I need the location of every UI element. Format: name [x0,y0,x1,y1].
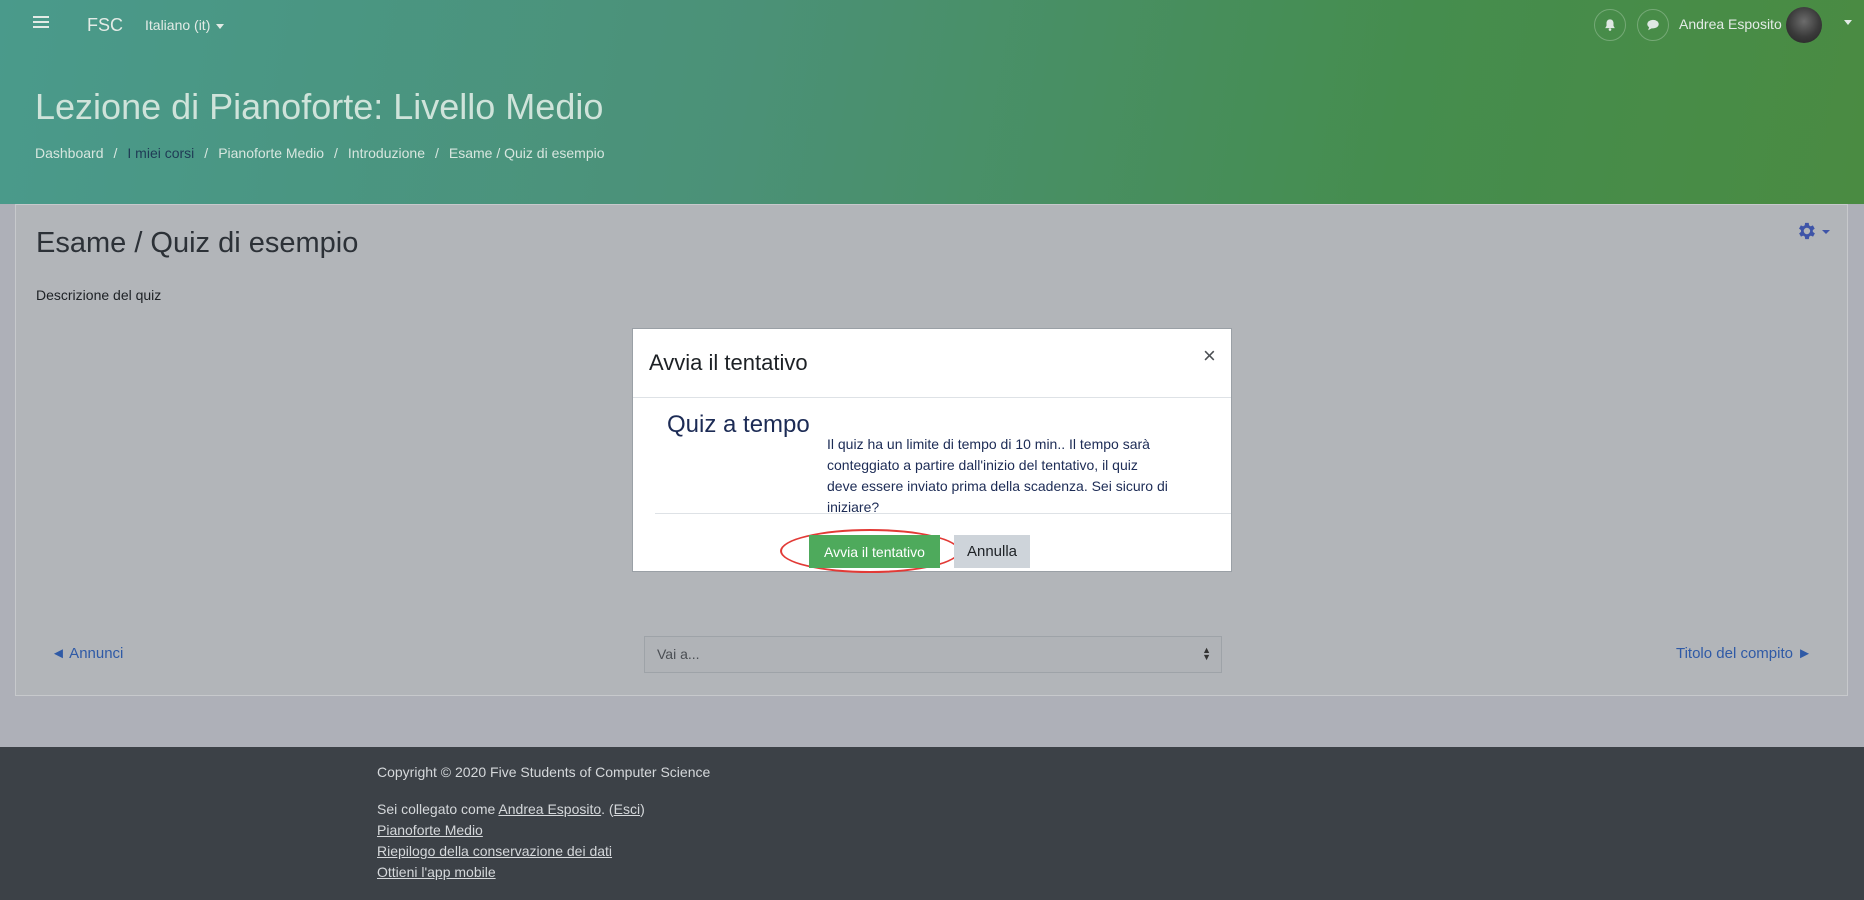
logout-link[interactable]: Esci [614,801,640,817]
footer-data-retention-link[interactable]: Riepilogo della conservazione dei dati [377,843,612,859]
breadcrumb-separator: / [113,145,118,161]
select-arrows-icon: ▲ ▼ [1202,645,1211,662]
user-menu-chevron-icon[interactable] [1844,20,1852,25]
page-header: FSC Italiano (it) Andrea Esposito Lezion… [0,0,1864,204]
timed-quiz-text: Il quiz ha un limite di tempo di 10 min.… [827,436,1168,515]
logged-in-sep: . ( [601,801,614,817]
dialog-title: Avvia il tentativo [649,350,808,375]
breadcrumb-separator: / [334,145,338,161]
site-brand[interactable]: FSC [87,15,123,36]
close-icon[interactable]: × [1203,343,1216,369]
breadcrumb-my-courses[interactable]: I miei corsi [127,145,194,161]
cancel-button[interactable]: Annulla [954,535,1030,568]
start-attempt-button[interactable]: Avvia il tentativo [809,535,940,568]
quiz-description: Descrizione del quiz [36,287,162,303]
language-label: Italiano (it) [145,17,211,33]
breadcrumb-separator: / [434,145,439,161]
divider [633,397,1231,398]
settings-menu[interactable] [1795,220,1831,247]
bell-icon [1605,19,1615,31]
logged-in-prefix: Sei collegato come [377,801,496,817]
language-menu[interactable]: Italiano (it) [145,17,225,33]
footer-logged-in: Sei collegato come Andrea Esposito. (Esc… [377,801,645,817]
user-name[interactable]: Andrea Esposito [1679,16,1782,32]
page-title: Lezione di Pianoforte: Livello Medio [35,86,604,127]
messages-button[interactable] [1637,9,1669,41]
footer-course-link[interactable]: Pianoforte Medio [377,822,483,838]
next-activity-link[interactable]: Titolo del compito ► [1676,645,1812,662]
timed-quiz-heading: Quiz a tempo [667,411,810,438]
gear-icon [1799,222,1815,240]
breadcrumb-quiz[interactable]: Esame / Quiz di esempio [449,145,605,161]
notifications-button[interactable] [1594,9,1626,41]
page-footer: Copyright © 2020 Five Students of Comput… [0,747,1864,900]
jump-to-select[interactable]: Vai a... ▲ ▼ [644,636,1222,673]
footer-mobile-app-link[interactable]: Ottieni l'app mobile [377,864,496,880]
menu-toggle-icon[interactable] [33,16,49,29]
quiz-title: Esame / Quiz di esempio [36,227,359,259]
top-navbar: FSC Italiano (it) Andrea Esposito [0,0,1864,50]
footer-user-link[interactable]: Andrea Esposito [498,801,601,817]
breadcrumb-course[interactable]: Pianoforte Medio [218,145,324,161]
breadcrumb: Dashboard / I miei corsi / Pianoforte Medio /… [35,145,605,161]
chevron-down-icon [216,23,225,29]
breadcrumb-separator: / [204,145,209,161]
previous-activity-link[interactable]: ◄ Annunci [51,645,123,662]
divider [655,513,1231,514]
avatar[interactable] [1786,7,1822,43]
logged-in-end: ) [640,801,645,817]
breadcrumb-dashboard[interactable]: Dashboard [35,145,104,161]
footer-copyright: Copyright © 2020 Five Students of Comput… [377,764,711,780]
chevron-down-icon [1822,230,1831,234]
jump-to-placeholder: Vai a... [657,646,700,662]
start-attempt-dialog: Avvia il tentativo × Quiz a tempo Il qui… [632,328,1232,573]
breadcrumb-section[interactable]: Introduzione [348,145,425,161]
chat-icon [1647,19,1659,31]
